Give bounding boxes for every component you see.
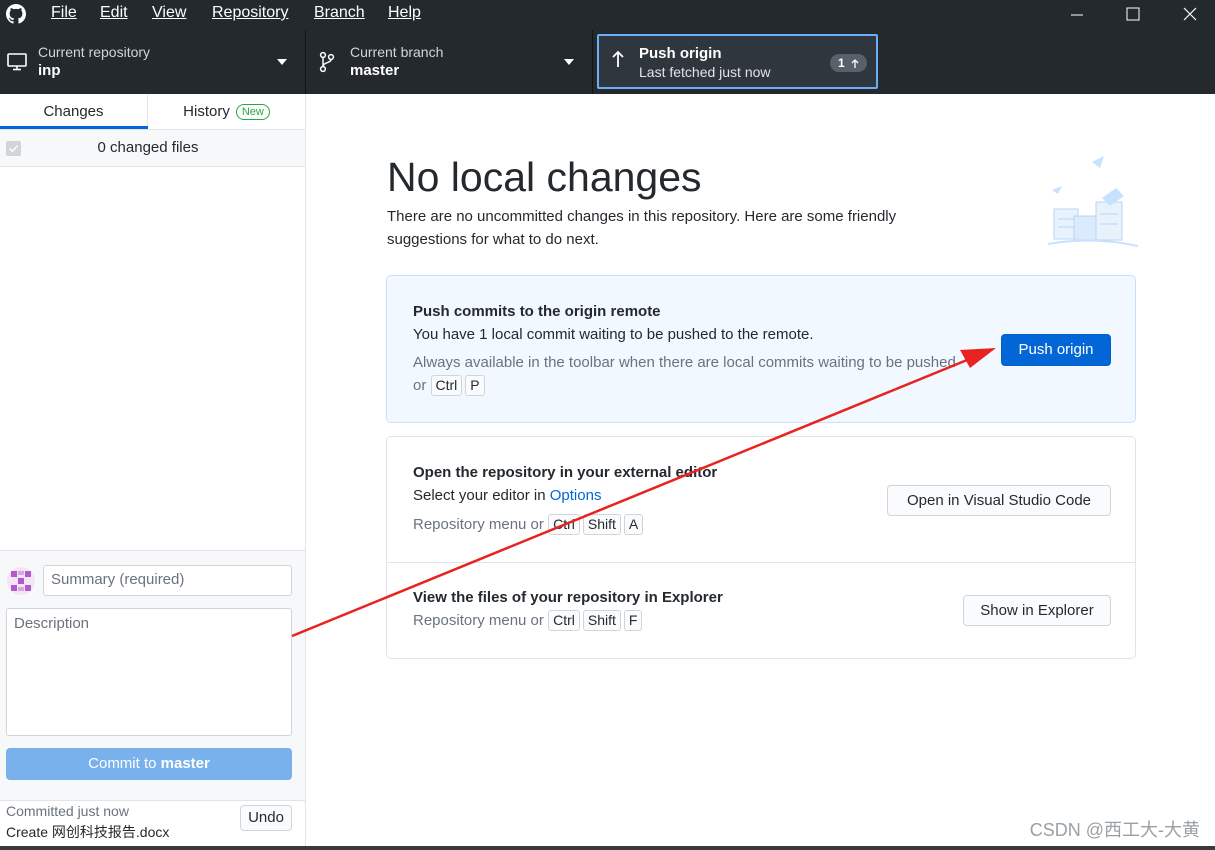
push-commits-card: Push commits to the origin remote You ha… <box>386 275 1136 423</box>
commit-button-branch: master <box>160 755 210 772</box>
menu-view[interactable]: View <box>152 4 186 22</box>
menu-repository-label: Repository <box>212 4 289 21</box>
kbd-shift: Shift <box>582 610 621 631</box>
explorer-card-hint-text: Repository menu or <box>413 612 544 629</box>
push-origin-toolbar-button[interactable]: Push origin Last fetched just now 1 <box>597 34 878 89</box>
menu-help[interactable]: Help <box>388 4 421 22</box>
menu-edit-label: Edit <box>100 4 128 21</box>
tab-changes-label: Changes <box>43 103 104 120</box>
push-count: 1 <box>837 56 845 70</box>
push-origin-button-label: Push origin <box>1018 341 1094 358</box>
push-count-badge: 1 <box>830 54 867 72</box>
branch-title: Current branch <box>350 44 444 60</box>
undo-button[interactable]: Undo <box>240 805 292 831</box>
current-repository-button[interactable]: Current repository inp <box>0 30 306 94</box>
title-bar: File Edit View Repository Branch Help <box>0 0 1215 30</box>
kbd-p: P <box>465 375 485 396</box>
explorer-card-hint: Repository menu or Ctrl Shift F <box>413 609 645 632</box>
explorer-card-title: View the files of your repository in Exp… <box>413 589 723 606</box>
push-subtitle: Last fetched just now <box>639 64 771 80</box>
editor-card-text-prefix: Select your editor in <box>413 487 550 504</box>
menu-help-label: Help <box>388 4 421 21</box>
kbd-ctrl: Ctrl <box>548 514 580 535</box>
new-badge: New <box>235 104 270 121</box>
summary-placeholder: Summary (required) <box>51 571 185 588</box>
kbd-shift: Shift <box>582 514 621 535</box>
commit-form: Summary (required) Description Commit to… <box>0 550 305 800</box>
last-commit-time: Committed just now <box>6 803 129 819</box>
menu-file-label: File <box>51 4 77 21</box>
branch-name: master <box>350 62 400 79</box>
editor-card-hint-text: Repository menu or <box>413 516 544 533</box>
page-title: No local changes <box>387 154 702 200</box>
open-in-editor-label: Open in Visual Studio Code <box>906 492 1091 509</box>
commit-button-prefix: Commit to <box>88 755 161 772</box>
push-card-title: Push commits to the origin remote <box>413 303 661 320</box>
avatar <box>7 567 35 595</box>
kbd-ctrl: Ctrl <box>548 610 580 631</box>
menu-file[interactable]: File <box>51 4 77 22</box>
kbd-a: A <box>623 514 644 535</box>
minimize-icon[interactable] <box>1067 4 1087 24</box>
illustration-icon <box>1048 156 1138 247</box>
show-in-explorer-button[interactable]: Show in Explorer <box>963 595 1111 626</box>
editor-card-title: Open the repository in your external edi… <box>413 464 718 481</box>
watermark: CSDN @西工大-大黄 <box>1029 820 1200 840</box>
github-logo-icon <box>6 4 26 24</box>
summary-input[interactable]: Summary (required) <box>43 565 292 596</box>
maximize-icon[interactable] <box>1123 4 1143 24</box>
push-card-hint-text: Always available in the toolbar when the… <box>413 354 956 394</box>
git-branch-icon <box>319 51 335 73</box>
current-branch-button[interactable]: Current branch master <box>306 30 593 94</box>
kbd-ctrl: Ctrl <box>430 375 463 396</box>
taskbar-edge <box>0 846 1215 850</box>
commit-button[interactable]: Commit to master <box>6 748 292 780</box>
suggestions-card: Open the repository in your external edi… <box>386 436 1136 659</box>
editor-card-hint: Repository menu or Ctrl Shift A <box>413 513 646 536</box>
toolbar: Current repository inp Current branch ma… <box>0 30 1215 94</box>
editor-card-text: Select your editor in Options <box>413 487 601 504</box>
last-commit-message: Create 网创科技报告.docx <box>6 824 170 840</box>
identicon-icon <box>7 567 35 595</box>
chevron-down-icon <box>564 59 574 65</box>
menu-view-label: View <box>152 4 187 21</box>
tab-history-label: History <box>183 103 230 120</box>
push-card-text: You have 1 local commit waiting to be pu… <box>413 326 814 343</box>
menu-branch[interactable]: Branch <box>314 4 365 22</box>
card-divider <box>387 562 1135 563</box>
description-textarea[interactable]: Description <box>6 608 292 736</box>
sidebar: Changes History New 0 changed files Summ… <box>0 94 306 850</box>
changed-files-header: 0 changed files <box>0 130 305 167</box>
repository-name: inp <box>38 62 61 79</box>
repository-title: Current repository <box>38 44 151 60</box>
page-lead: There are no uncommitted changes in this… <box>387 208 897 248</box>
undo-button-label: Undo <box>248 809 284 826</box>
last-commit-panel: Committed just now Create 网创科技报告.docx Un… <box>0 800 305 850</box>
menu-repository[interactable]: Repository <box>212 4 288 22</box>
menu-branch-label: Branch <box>314 4 365 21</box>
push-card-hint: Always available in the toolbar when the… <box>413 351 958 397</box>
changed-files-count: 0 changed files <box>97 139 199 156</box>
description-placeholder: Description <box>14 615 90 632</box>
tab-changes[interactable]: Changes <box>0 94 148 129</box>
chevron-down-icon <box>277 59 287 65</box>
show-in-explorer-label: Show in Explorer <box>980 602 1094 619</box>
options-link[interactable]: Options <box>550 487 602 504</box>
kbd-f: F <box>623 610 643 631</box>
open-in-editor-button[interactable]: Open in Visual Studio Code <box>887 485 1111 516</box>
arrow-up-icon <box>851 59 859 68</box>
desktop-icon <box>7 53 27 71</box>
tab-history[interactable]: History New <box>148 94 305 129</box>
main-content: No local changes There are no uncommitte… <box>306 94 1215 850</box>
close-icon[interactable] <box>1180 4 1200 24</box>
arrow-up-icon <box>612 50 624 67</box>
push-origin-button[interactable]: Push origin <box>1001 334 1111 366</box>
github-desktop-window: File Edit View Repository Branch Help Cu… <box>0 0 1215 850</box>
menu-edit[interactable]: Edit <box>100 4 128 22</box>
push-title: Push origin <box>639 45 722 62</box>
